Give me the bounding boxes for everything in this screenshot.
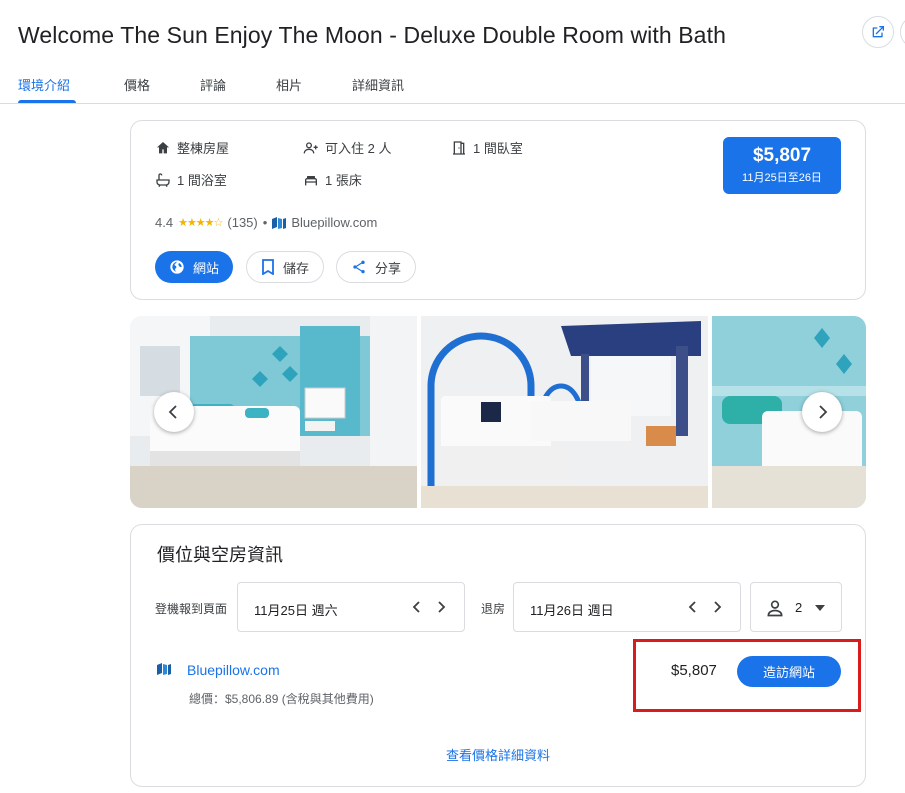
offer-total-price: 總價：$5,806.89 (含稅與其他費用)	[189, 692, 374, 706]
save-button[interactable]: 儲存	[246, 251, 325, 283]
share-icon	[353, 260, 365, 274]
share-button-label: 分享	[375, 260, 402, 276]
rating-value: 4.4	[155, 215, 174, 230]
page-title: Welcome The Sun Enjoy The Moon - Deluxe …	[18, 22, 726, 48]
bathtub-icon	[156, 172, 170, 187]
tab-bar: 環境介紹 價格 評論 相片 詳細資訊	[0, 64, 905, 104]
provider-name: Bluepillow.com	[291, 215, 378, 230]
section-title: 價位與空房資訊	[157, 545, 283, 565]
tab-prices[interactable]: 價格	[124, 75, 150, 94]
checkin-prev-day-button[interactable]	[412, 595, 422, 624]
offer-provider-link[interactable]: Bluepillow.com	[187, 662, 280, 678]
feature-beds: 1 張床	[303, 170, 362, 189]
home-icon	[157, 141, 169, 153]
bluepillow-logo-icon	[157, 663, 171, 675]
chevron-right-icon	[714, 601, 722, 613]
checkin-label: 登機報到頁面	[155, 602, 228, 616]
share-button[interactable]: 分享	[336, 251, 417, 283]
checkin-next-day-button[interactable]	[436, 595, 446, 624]
checkout-label: 退房	[481, 602, 506, 616]
bluepillow-logo-icon	[272, 216, 287, 229]
feature-bedrooms: 1 間臥室	[451, 138, 523, 157]
open-external-icon	[872, 26, 884, 38]
bookmark-icon	[262, 259, 274, 275]
checkin-date-picker[interactable]: 11月25日 週六	[237, 582, 465, 632]
price-badge[interactable]: $5,807 11月25日至26日	[723, 137, 841, 194]
tab-photos[interactable]: 相片	[276, 75, 302, 94]
checkout-date-picker[interactable]: 11月26日 週日	[513, 582, 741, 632]
gallery-prev-button[interactable]	[154, 392, 194, 432]
checkout-next-day-button[interactable]	[712, 595, 722, 624]
room-photo-3[interactable]	[712, 316, 866, 508]
more-actions-button[interactable]	[900, 16, 905, 48]
rating-row: 4.4 ★★★★☆ (135) • Bluepillow.com	[155, 215, 377, 230]
guest-count-selector[interactable]: 2	[750, 582, 842, 632]
checkout-prev-day-button[interactable]	[688, 595, 698, 624]
highlight-box	[633, 639, 861, 712]
checkin-date: 11月25日 週六	[254, 603, 338, 618]
feature-bathrooms: 1 間浴室	[155, 170, 227, 189]
tab-overview[interactable]: 環境介紹	[18, 75, 70, 94]
chevron-left-icon	[688, 601, 696, 613]
open-external-button[interactable]	[862, 16, 894, 48]
tab-details[interactable]: 詳細資訊	[352, 75, 404, 94]
website-button-label: 網站	[193, 260, 220, 276]
chevron-right-icon	[819, 405, 828, 419]
photo-gallery	[130, 316, 866, 508]
guests-icon	[303, 141, 318, 153]
tab-reviews[interactable]: 評論	[200, 75, 226, 94]
price-badge-amount: $5,807	[752, 145, 812, 166]
website-button[interactable]: 網站	[155, 251, 234, 283]
feature-guests: 可入住 2 人	[303, 138, 391, 157]
star-rating-icon: ★★★★☆	[178, 217, 223, 229]
guest-count: 2	[795, 600, 803, 615]
checkout-date: 11月26日 週日	[530, 603, 614, 618]
feature-entire-home: 整棟房屋	[155, 138, 229, 157]
overview-card: 整棟房屋 可入住 2 人 1 間臥室 1 間浴室 1 張床 $5,807 11月…	[130, 120, 866, 300]
separator-dot: •	[262, 215, 268, 230]
chevron-left-icon	[168, 405, 177, 419]
dropdown-arrow-icon	[815, 605, 825, 611]
save-button-label: 儲存	[283, 260, 310, 276]
door-icon	[453, 140, 465, 155]
review-count[interactable]: (135)	[227, 215, 257, 230]
view-price-details-link[interactable]: 查看價格詳細資料	[131, 745, 865, 764]
chevron-right-icon	[438, 601, 446, 613]
room-photo-2[interactable]	[421, 316, 708, 508]
chevron-left-icon	[412, 601, 420, 613]
price-badge-dates: 11月25日至26日	[742, 172, 822, 184]
gallery-next-button[interactable]	[802, 392, 842, 432]
bed-icon	[305, 175, 317, 185]
active-tab-indicator	[18, 100, 76, 103]
globe-icon	[170, 260, 184, 274]
person-icon	[767, 600, 783, 617]
